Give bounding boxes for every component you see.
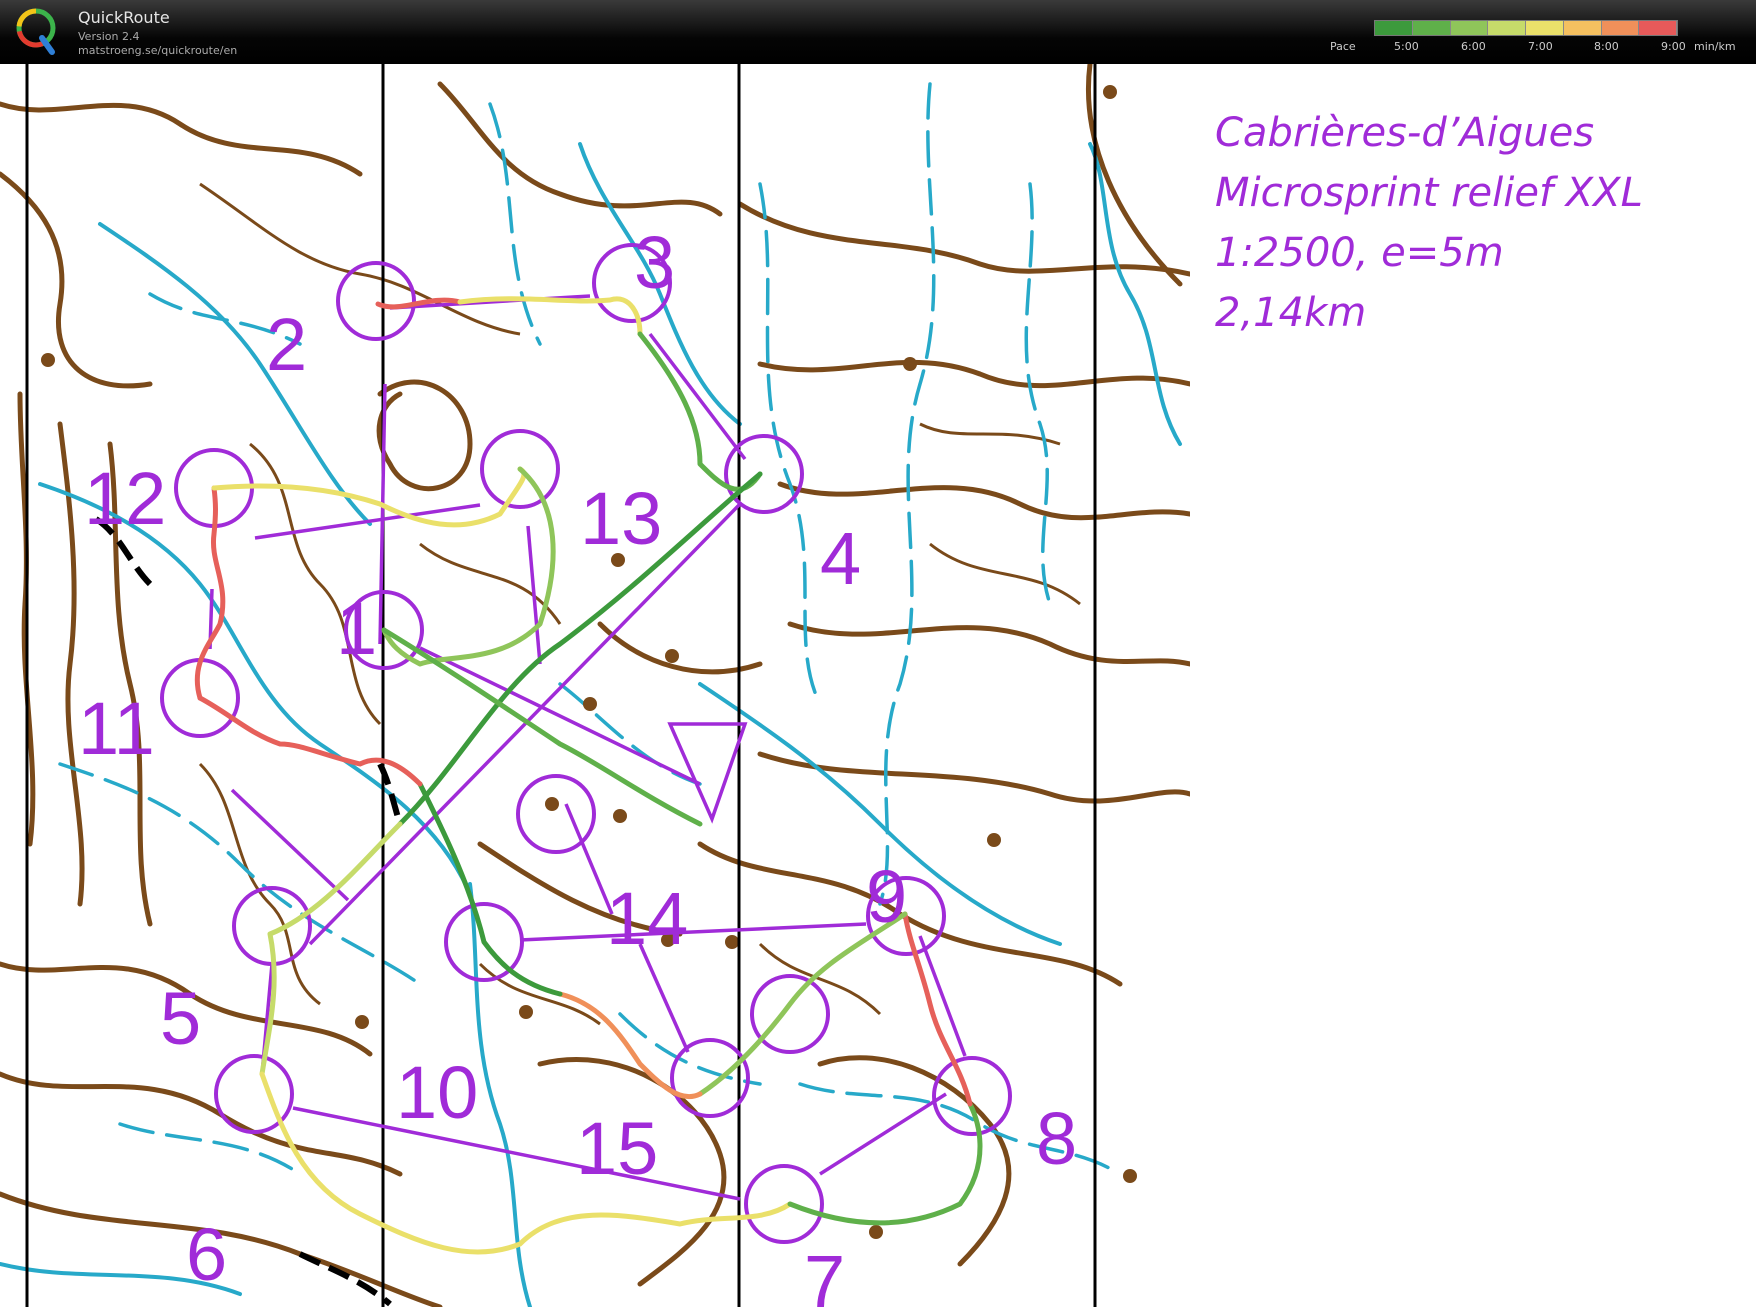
pace-color-segment xyxy=(1601,21,1640,35)
pace-color-segment xyxy=(1488,21,1526,35)
pace-color-segment xyxy=(1375,21,1413,35)
pace-label: Pace xyxy=(1330,40,1356,53)
control-number: 4 xyxy=(820,517,861,600)
control-number: 6 xyxy=(186,1213,227,1296)
control-number: 7 xyxy=(804,1240,845,1307)
map-title-line: 2,14km xyxy=(1215,290,1367,336)
map-canvas: 2 3 4 1 13 12 11 14 5 10 6 7 8 9 15 xyxy=(0,64,1190,1307)
control-number: 14 xyxy=(606,877,688,960)
pace-color-segment xyxy=(1563,21,1602,35)
pace-tick: 9:00 xyxy=(1661,40,1686,53)
app-url: matstroeng.se/quickroute/en xyxy=(78,44,238,57)
pace-tick: 8:00 xyxy=(1594,40,1619,53)
pace-tick: 5:00 xyxy=(1394,40,1419,53)
map-title-line: Cabrières-d’Aigues xyxy=(1215,110,1595,156)
control-number: 8 xyxy=(1036,1097,1077,1180)
control-number: 15 xyxy=(576,1107,658,1190)
control-number: 2 xyxy=(266,303,307,386)
pace-tick: 7:00 xyxy=(1528,40,1553,53)
control-number: 5 xyxy=(160,977,201,1060)
pace-color-segment xyxy=(1412,21,1451,35)
map-title-line: 1:2500, e=5m xyxy=(1215,230,1504,276)
map-title-line: Microsprint relief XXL xyxy=(1215,170,1643,216)
pace-color-bar xyxy=(1374,20,1678,36)
control-number: 3 xyxy=(634,221,675,304)
control-circle xyxy=(724,434,804,514)
quickroute-logo xyxy=(16,8,56,55)
app-version: Version 2.4 xyxy=(78,30,140,43)
control-number: 9 xyxy=(866,855,907,938)
control-circle xyxy=(744,1164,824,1244)
control-circle xyxy=(336,261,416,341)
control-number: 10 xyxy=(396,1051,478,1134)
pace-color-segment xyxy=(1450,21,1489,35)
title-bar: QuickRoute Version 2.4 matstroeng.se/qui… xyxy=(0,0,1756,64)
pace-tick: 6:00 xyxy=(1461,40,1486,53)
control-number: 13 xyxy=(580,477,662,560)
control-circle xyxy=(670,1038,750,1118)
pace-color-segment xyxy=(1639,21,1677,35)
orienteering-map[interactable]: 2 3 4 1 13 12 11 14 5 10 6 7 8 9 15 xyxy=(0,64,1190,1307)
pace-color-segment xyxy=(1526,21,1564,35)
pace-unit: min/km xyxy=(1694,40,1736,53)
control-circle xyxy=(516,774,596,854)
control-number: 11 xyxy=(78,687,155,770)
control-number: 12 xyxy=(84,457,166,540)
app-name: QuickRoute xyxy=(78,8,170,27)
control-number: 1 xyxy=(336,587,377,670)
pace-legend: Pace 5:00 6:00 7:00 8:00 9:00 min/km xyxy=(1300,8,1750,58)
